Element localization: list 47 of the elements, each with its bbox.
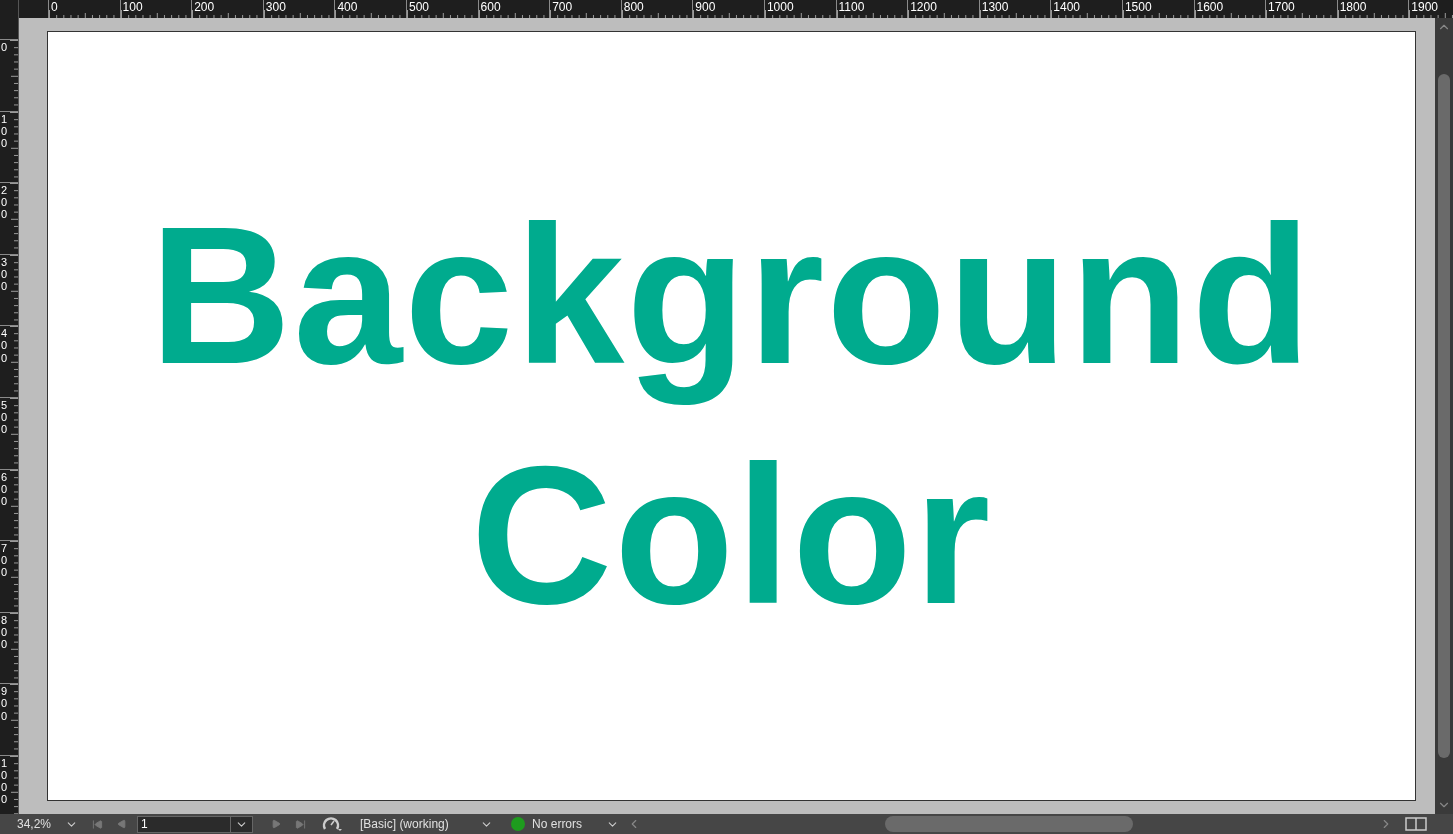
next-page-icon[interactable] bbox=[271, 819, 282, 829]
first-page-icon[interactable] bbox=[92, 818, 104, 830]
ruler-label: 900 bbox=[695, 0, 716, 14]
ruler-label: 1900 bbox=[1411, 0, 1438, 14]
ruler-label: 100 bbox=[1, 112, 9, 149]
ruler-label: 300 bbox=[265, 0, 286, 14]
ruler-label: 1000 bbox=[766, 0, 794, 14]
ruler-label: 1300 bbox=[981, 0, 1009, 14]
ruler-label: 700 bbox=[552, 0, 573, 14]
ruler-label: 200 bbox=[1, 184, 9, 221]
ruler-label: 500 bbox=[1, 398, 9, 436]
ruler-label: 900 bbox=[1, 685, 9, 722]
ruler-label: 600 bbox=[1, 470, 9, 507]
ruler-label: 500 bbox=[408, 0, 429, 14]
scrollbar-thumb[interactable] bbox=[1438, 74, 1450, 758]
ruler-label: 1000 bbox=[1, 756, 9, 806]
ruler-label: 1800 bbox=[1339, 0, 1367, 14]
ruler-label: 800 bbox=[623, 0, 644, 14]
ruler-label: 1700 bbox=[1268, 0, 1295, 14]
gauge-icon[interactable] bbox=[322, 816, 343, 832]
page-number-field[interactable]: 1 bbox=[137, 815, 254, 833]
last-page-icon[interactable] bbox=[295, 818, 307, 830]
ruler-label: 1200 bbox=[910, 0, 937, 14]
ruler-label: 700 bbox=[1, 542, 9, 579]
zoom-level[interactable]: 34,2% bbox=[17, 815, 52, 833]
preflight-status[interactable]: No errors bbox=[532, 815, 603, 833]
ruler-label: 600 bbox=[480, 0, 501, 14]
ruler-label: 1100 bbox=[838, 0, 865, 14]
vertical-scrollbar[interactable] bbox=[1435, 18, 1453, 814]
ruler-label: 0 bbox=[51, 0, 58, 14]
split-view-icon[interactable] bbox=[1405, 817, 1428, 831]
ruler-label: 1500 bbox=[1124, 0, 1152, 14]
page-number: 1 bbox=[140, 816, 149, 833]
ruler-label: 200 bbox=[194, 0, 215, 14]
ruler-label: 400 bbox=[1, 327, 9, 364]
headline-text: Background bbox=[149, 185, 1314, 407]
ruler-label: 0 bbox=[1, 41, 9, 54]
ruler-label: 1600 bbox=[1196, 0, 1224, 14]
ruler-label: 300 bbox=[1, 255, 9, 293]
headline-text: Color bbox=[470, 425, 993, 647]
ruler-label: 400 bbox=[337, 0, 358, 14]
ruler-label: 1400 bbox=[1053, 0, 1080, 14]
ruler-label: 100 bbox=[122, 0, 143, 14]
previous-page-icon[interactable] bbox=[117, 819, 128, 829]
scrollbar-thumb[interactable] bbox=[885, 816, 1134, 832]
preflight-profile[interactable]: [Basic] (working) bbox=[360, 815, 481, 833]
ruler-label: 800 bbox=[1, 613, 9, 651]
